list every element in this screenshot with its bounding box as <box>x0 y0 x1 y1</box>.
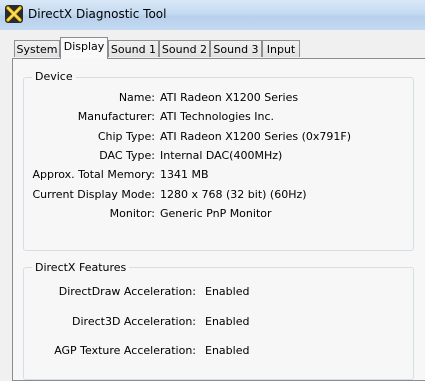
tab-sound-1[interactable]: Sound 1 <box>108 40 159 57</box>
total-memory-label: Approx. Total Memory: <box>32 168 156 181</box>
name-value: ATI Radeon X1200 Series <box>160 91 299 104</box>
window-title: DirectX Diagnostic Tool <box>28 7 167 21</box>
agp-texture-acceleration-value: Enabled <box>205 344 250 357</box>
directdraw-acceleration-value: Enabled <box>205 285 250 298</box>
chip-type-label: Chip Type: <box>97 130 155 143</box>
display-mode-label: Current Display Mode: <box>32 188 155 201</box>
manufacturer-label: Manufacturer: <box>77 110 155 123</box>
manufacturer-value: ATI Technologies Inc. <box>160 110 275 123</box>
tab-display[interactable]: Display <box>60 37 108 59</box>
dac-type-value: Internal DAC(400MHz) <box>160 149 283 162</box>
display-tab-panel: Device Name: ATI Radeon X1200 Series Man… <box>12 58 425 381</box>
direct3d-acceleration-label: Direct3D Acceleration: <box>72 315 196 328</box>
chip-type-value: ATI Radeon X1200 Series (0x791F) <box>160 130 351 143</box>
directx-features-heading: DirectX Features <box>32 261 130 274</box>
device-group-heading: Device <box>32 70 76 83</box>
tab-input[interactable]: Input <box>262 40 300 57</box>
agp-texture-acceleration-label: AGP Texture Acceleration: <box>54 344 196 357</box>
tab-sound-2[interactable]: Sound 2 <box>159 40 210 57</box>
total-memory-value: 1341 MB <box>160 168 209 181</box>
monitor-value: Generic PnP Monitor <box>160 207 272 220</box>
title-bar: DirectX Diagnostic Tool <box>0 0 425 31</box>
dac-type-label: DAC Type: <box>99 149 155 162</box>
directdraw-acceleration-label: DirectDraw Acceleration: <box>58 285 196 298</box>
direct3d-acceleration-value: Enabled <box>205 315 250 328</box>
directx-icon <box>5 5 23 23</box>
tab-system[interactable]: System <box>14 40 60 57</box>
tab-sound-3[interactable]: Sound 3 <box>210 40 262 57</box>
name-label: Name: <box>118 91 155 104</box>
display-mode-value: 1280 x 768 (32 bit) (60Hz) <box>160 188 307 201</box>
monitor-label: Monitor: <box>109 207 155 220</box>
